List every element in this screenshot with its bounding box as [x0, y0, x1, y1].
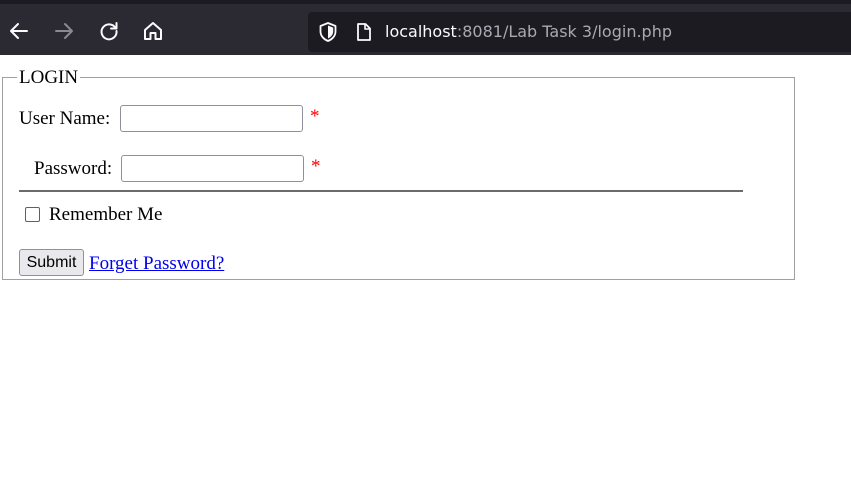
url-path: :8081/Lab Task 3/login.php	[456, 22, 672, 41]
submit-button[interactable]: Submit	[19, 249, 84, 276]
browser-toolbar: localhost:8081/Lab Task 3/login.php	[0, 0, 851, 55]
divider	[19, 190, 743, 192]
url-host: localhost	[385, 22, 457, 41]
shield-icon[interactable]	[317, 21, 339, 43]
password-required-marker: *	[311, 156, 321, 177]
password-label: Password:	[34, 158, 113, 179]
remember-me-checkbox[interactable]	[25, 207, 40, 222]
back-arrow-icon	[10, 23, 28, 39]
back-button[interactable]	[2, 14, 36, 48]
login-legend: LOGIN	[19, 67, 79, 88]
remember-me-label[interactable]: Remember Me	[49, 204, 162, 226]
forget-password-link[interactable]: Forget Password?	[89, 253, 224, 275]
forward-button[interactable]	[47, 14, 81, 48]
reload-button[interactable]	[92, 14, 126, 48]
home-button[interactable]	[136, 14, 170, 48]
url-bar[interactable]: localhost:8081/Lab Task 3/login.php	[308, 12, 851, 52]
url-text[interactable]: localhost:8081/Lab Task 3/login.php	[385, 22, 672, 42]
username-input[interactable]	[120, 105, 303, 132]
password-input[interactable]	[121, 155, 304, 182]
page-content: LOGIN User Name: * Password: * Remember …	[0, 55, 851, 477]
login-fieldset: LOGIN User Name: * Password: * Remember …	[2, 68, 795, 280]
page-icon[interactable]	[354, 22, 374, 42]
username-required-marker: *	[310, 106, 320, 127]
username-label: User Name:	[19, 108, 111, 129]
reload-icon	[100, 22, 118, 41]
home-icon	[144, 22, 162, 40]
forward-arrow-icon	[55, 23, 73, 39]
